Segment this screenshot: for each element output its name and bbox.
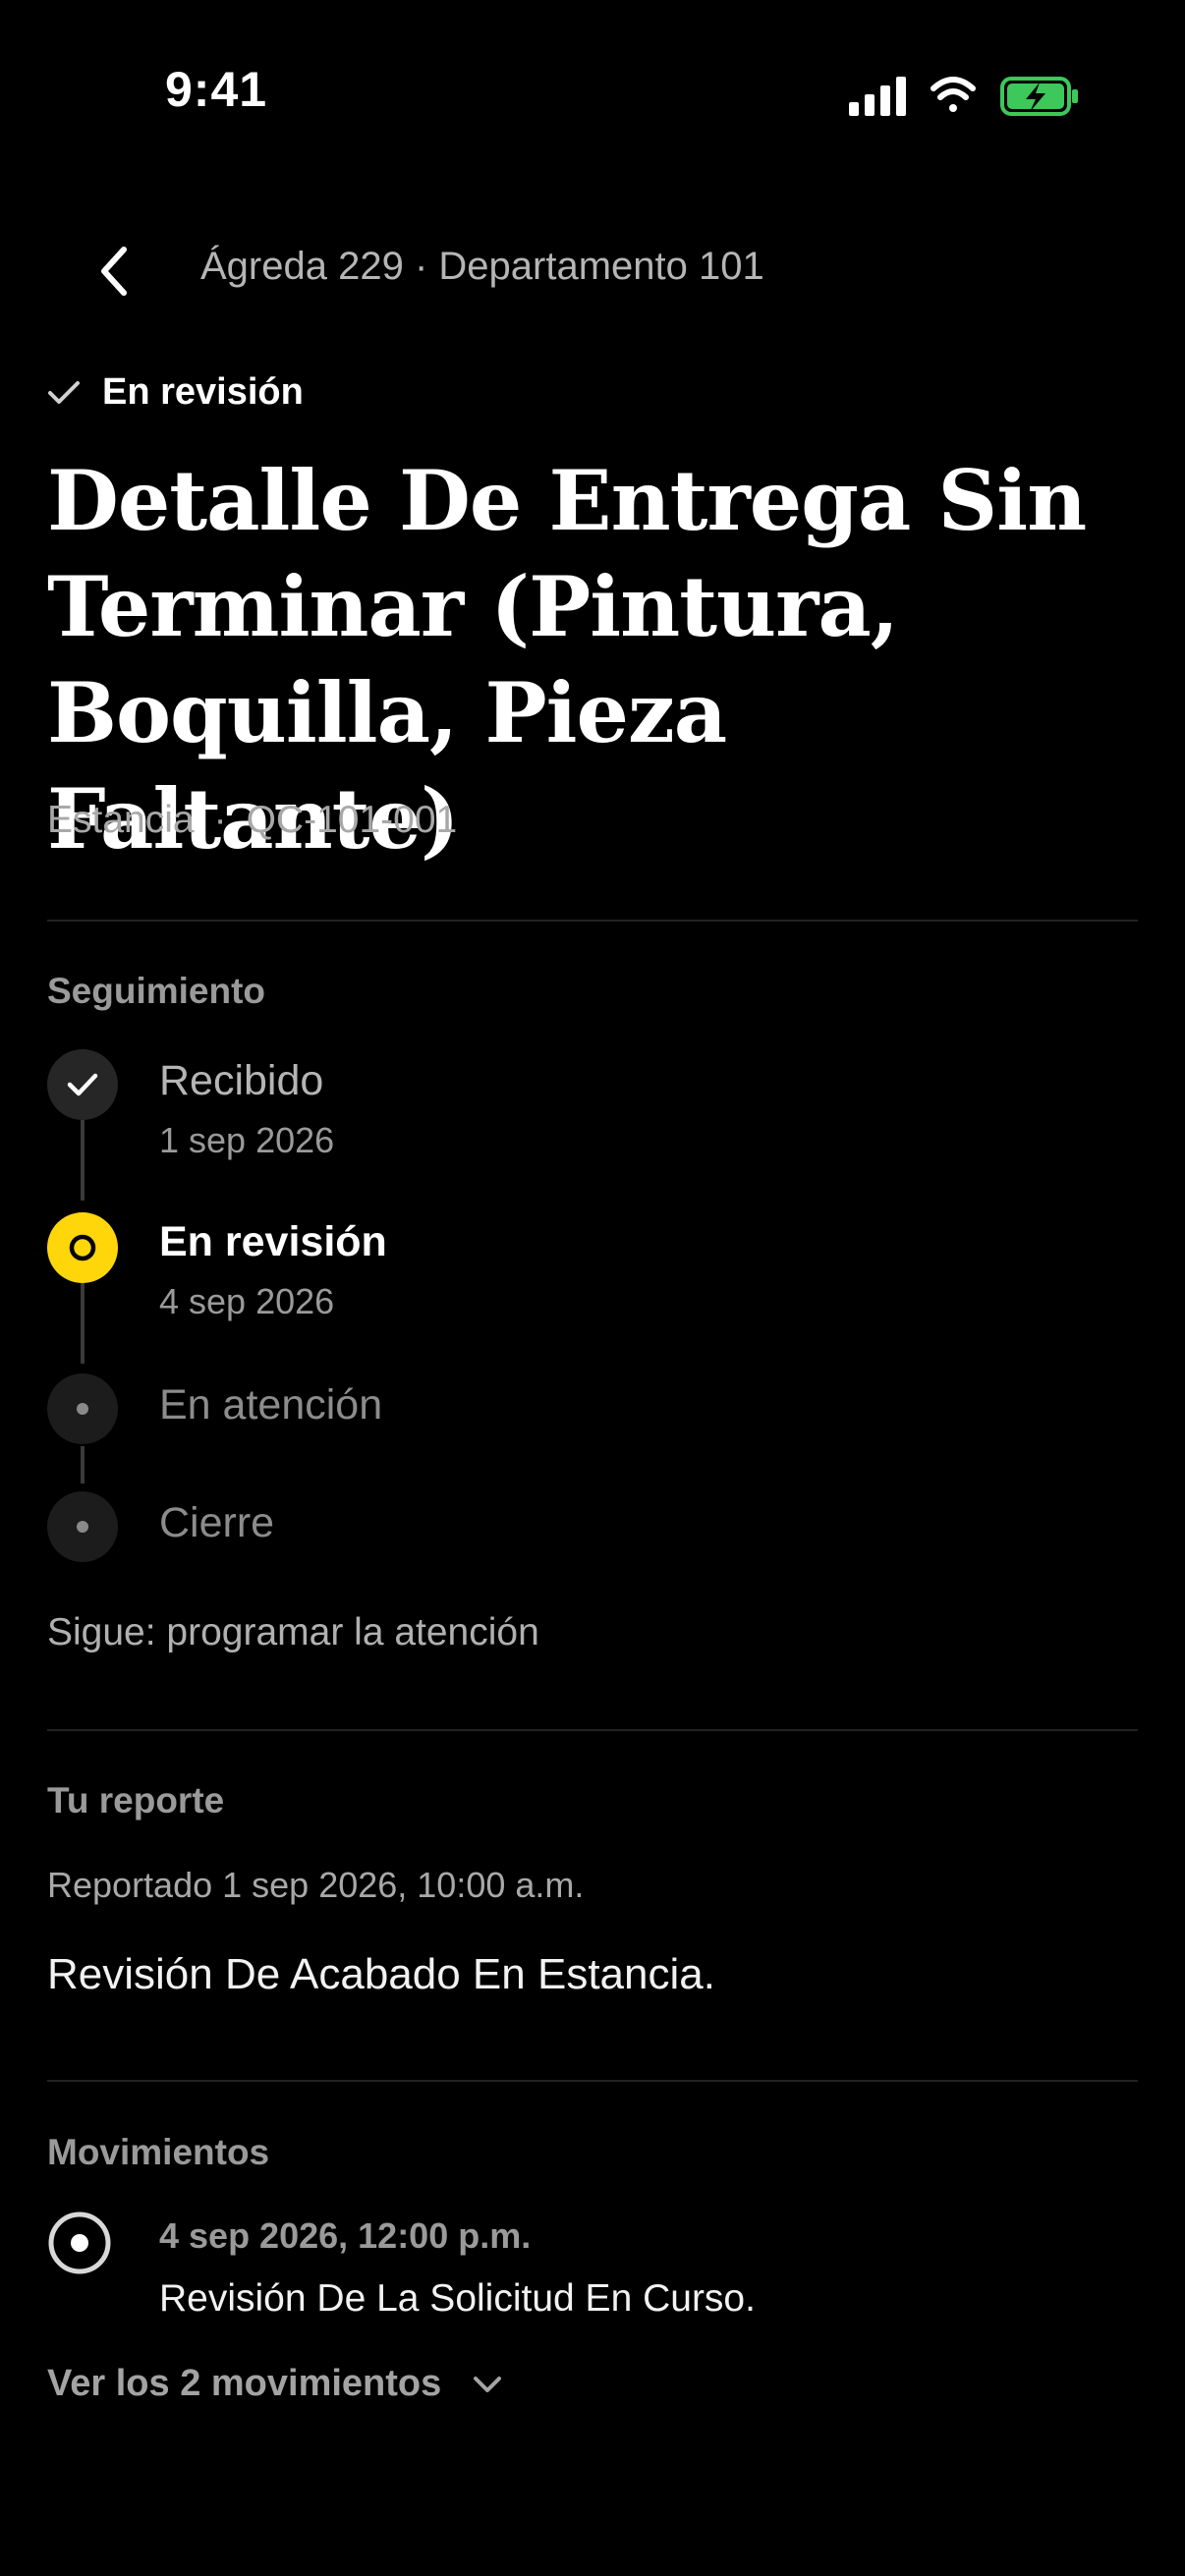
ticket-area: Estancia [47,799,195,841]
timeline-step-done-marker [47,1049,118,1120]
chevron-left-icon [101,247,127,296]
cellular-signal-icon [849,77,906,116]
ticket-meta: Estancia · QC-101-001 [47,799,457,842]
timeline-step-date: 1 sep 2026 [159,1120,335,1160]
timeline-connector [81,1446,85,1484]
timeline-step-pending-marker [47,1373,118,1444]
report-timestamp: Reportado 1 sep 2026, 10:00 a.m. [47,1865,585,1905]
report-section-label: Tu reporte [47,1780,225,1820]
ticket-code: QC-101-001 [246,799,458,841]
status-tag-label: En revisión [102,371,304,413]
timeline-step-label: En atención [159,1381,383,1428]
timeline-connector [81,1120,85,1201]
status-bar-icons [847,73,1083,122]
movements-section-label: Movimientos [47,2132,270,2172]
check-icon [48,380,80,404]
report-description: Revisión De Acabado En Estancia. [47,1950,715,1998]
divider [47,1729,1138,1731]
show-more-movements-button[interactable]: Ver los 2 movimientos [47,2363,504,2405]
timeline-step-label: Cierre [159,1499,275,1546]
tracking-section-label: Seguimiento [47,971,266,1011]
dot-icon [77,1521,88,1533]
status-tag: En revisión [47,371,304,414]
timeline-connector [81,1283,85,1364]
meta-separator: · [213,799,227,841]
divider [47,2080,1138,2082]
next-step-text: Sigue: programar la atención [47,1611,539,1653]
chevron-down-icon [474,2376,502,2392]
movement-date: 4 sep 2026, 12:00 p.m. [159,2215,532,2256]
header-title: Ágreda 229 · Departamento 101 [200,245,764,288]
timeline-step-current-marker [47,1212,118,1283]
movement-text: Revisión De La Solicitud En Curso. [159,2277,756,2320]
timeline-step-date: 4 sep 2026 [159,1281,335,1321]
current-ring-icon [69,1234,96,1261]
show-more-label: Ver los 2 movimientos [47,2363,442,2404]
divider [47,920,1138,922]
timeline-step-pending-marker [47,1491,118,1562]
dot-icon [77,1403,88,1415]
check-icon [67,1073,98,1096]
wifi-icon [931,77,976,112]
back-button[interactable] [85,234,143,308]
timeline-step-label: Recibido [159,1057,324,1104]
status-bar-time: 9:41 [165,62,268,117]
movement-marker-icon [47,2211,112,2275]
timeline-step-label: En revisión [159,1218,387,1265]
battery-charging-icon [1000,77,1078,116]
